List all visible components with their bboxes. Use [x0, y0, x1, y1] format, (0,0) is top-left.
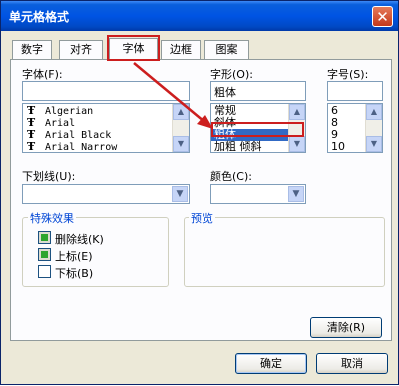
chevron-down-icon[interactable]: ▼ [288, 186, 304, 202]
tab-number[interactable]: 数字 [12, 40, 52, 59]
preview-group-title: 预览 [189, 210, 215, 226]
strikethrough-label: 删除线(K) [55, 233, 104, 246]
chevron-down-icon[interactable]: ▼ [172, 186, 188, 202]
list-item[interactable]: Ŧ Algerian [23, 105, 189, 118]
size-list-scrollbar[interactable]: ▲ ▼ [365, 104, 382, 152]
tab-alignment[interactable]: 对齐 [59, 40, 103, 59]
close-icon: ✕ [376, 8, 389, 26]
close-button[interactable]: ✕ [372, 6, 393, 27]
scroll-up-icon[interactable]: ▲ [173, 104, 189, 120]
size-input[interactable] [327, 81, 383, 101]
effects-group-title: 特殊效果 [28, 210, 76, 226]
font-input[interactable] [22, 81, 190, 101]
selection-highlight-box [211, 122, 304, 137]
list-item[interactable]: Ŧ Arial [23, 117, 189, 130]
preview-group [184, 217, 385, 287]
scroll-down-icon[interactable]: ▼ [366, 136, 382, 152]
dialog-title: 单元格格式 [9, 10, 70, 24]
truetype-font-icon: Ŧ [27, 140, 36, 153]
font-label: 字体(F): [22, 68, 63, 81]
ok-button[interactable]: 确定 [235, 353, 307, 374]
format-cells-dialog: 单元格格式 ✕ 数字 对齐 字体 边框 图案 字体(F): Ŧ Algerian … [0, 0, 399, 385]
cancel-button[interactable]: 取消 [316, 353, 388, 374]
underline-label: 下划线(U): [22, 170, 76, 183]
checkbox-mixed-mark [41, 234, 48, 241]
strikethrough-checkbox[interactable] [38, 231, 51, 244]
font-list-scrollbar[interactable]: ▲ ▼ [172, 104, 189, 152]
subscript-checkbox[interactable] [38, 265, 51, 278]
scroll-down-icon[interactable]: ▼ [289, 136, 305, 152]
color-select[interactable]: ▼ [210, 184, 306, 204]
scroll-up-icon[interactable]: ▲ [289, 104, 305, 120]
font-list[interactable]: Ŧ Algerian Ŧ Arial Ŧ Arial Black Ŧ Arial Nar… [22, 103, 190, 153]
underline-select[interactable]: ▼ [22, 184, 190, 204]
style-label: 字形(O): [210, 68, 253, 81]
superscript-checkbox[interactable] [38, 248, 51, 261]
tab-border[interactable]: 边框 [161, 40, 201, 59]
title-bar[interactable]: 单元格格式 ✕ [1, 1, 398, 31]
clear-button[interactable]: 清除(R) [310, 317, 382, 338]
tab-highlight-box [107, 35, 160, 61]
color-label: 颜色(C): [210, 170, 252, 183]
style-input[interactable]: 粗体 [210, 81, 306, 101]
list-item[interactable]: Ŧ Arial Narrow [23, 141, 189, 153]
checkbox-mixed-mark [41, 251, 48, 258]
scroll-up-icon[interactable]: ▲ [366, 104, 382, 120]
list-item[interactable]: Ŧ Arial Black [23, 129, 189, 142]
size-list[interactable]: 6 8 9 10 ▲ ▼ [327, 103, 383, 153]
superscript-label: 上标(E) [55, 250, 93, 263]
scroll-down-icon[interactable]: ▼ [173, 136, 189, 152]
tab-patterns[interactable]: 图案 [204, 40, 249, 59]
subscript-label: 下标(B) [55, 267, 94, 280]
size-label: 字号(S): [327, 68, 369, 81]
